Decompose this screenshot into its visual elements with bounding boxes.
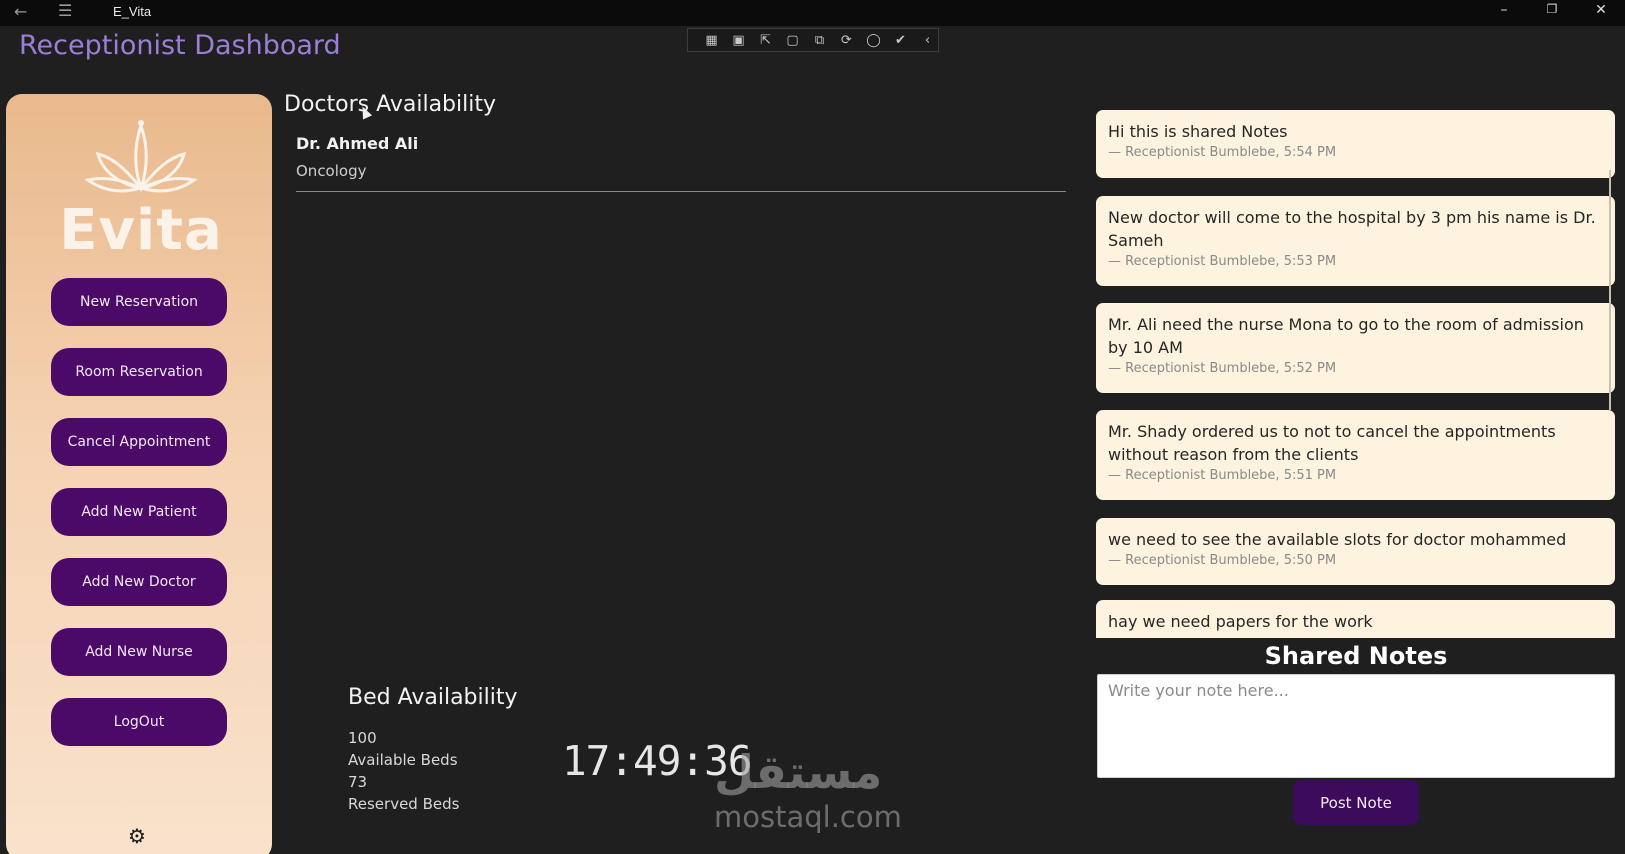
title-bar: ← ☰ E_Vita – ❐ ✕ (0, 0, 1625, 26)
logout-button[interactable]: LogOut (51, 698, 227, 746)
evita-logo: Evita (56, 118, 226, 263)
watermark-arabic: مستقل (714, 745, 883, 799)
note-meta: — Receptionist Bumblebe, 5:51 PM (1108, 468, 1337, 483)
note-card: hay we need papers for the work (1096, 600, 1615, 638)
watermark-latin: mostaql.com (714, 800, 902, 834)
available-beds-count: 100 (348, 729, 377, 747)
reserved-beds-count: 73 (348, 773, 368, 791)
new-reservation-button[interactable]: New Reservation (51, 278, 227, 326)
bed-availability-title: Bed Availability (348, 685, 518, 710)
note-input[interactable] (1097, 674, 1615, 778)
cancel-appointment-button[interactable]: Cancel Appointment (51, 418, 227, 466)
note-text: Hi this is shared Notes (1108, 122, 1288, 141)
note-meta: — Receptionist Bumblebe, 5:52 PM (1108, 361, 1337, 376)
note-card: New doctor will come to the hospital by … (1096, 196, 1615, 286)
note-text: Mr. Shady ordered us to not to cancel th… (1108, 422, 1556, 464)
doctor-name[interactable]: Dr. Ahmed Ali (296, 134, 418, 153)
note-card: Mr. Ali need the nurse Mona to go to the… (1096, 303, 1615, 393)
accessibility-icon[interactable]: ◯ (864, 32, 883, 49)
logo-text: Evita (59, 198, 223, 263)
track-focus-icon[interactable]: ⧉ (810, 32, 829, 49)
settings-gear-icon[interactable]: ⚙ (128, 824, 146, 848)
doctor-specialty: Oncology (296, 162, 367, 180)
page-title: Receptionist Dashboard (19, 30, 341, 61)
note-text: New doctor will come to the hospital by … (1108, 208, 1596, 250)
lotus-icon (84, 120, 198, 193)
layout-adorner-icon[interactable]: ▢ (783, 32, 802, 49)
note-text: Mr. Ali need the nurse Mona to go to the… (1108, 315, 1584, 357)
maximize-button[interactable]: ❐ (1542, 2, 1562, 16)
note-text: we need to see the available slots for d… (1108, 530, 1567, 549)
note-card: we need to see the available slots for d… (1096, 518, 1615, 585)
post-note-button[interactable]: Post Note (1293, 780, 1419, 825)
note-meta: — Receptionist Bumblebe, 5:50 PM (1108, 553, 1337, 568)
sidebar: Evita New Reservation Room Reservation C… (6, 94, 272, 854)
minimize-button[interactable]: – (1494, 2, 1514, 18)
debug-toolbar: ▦ ▣ ⇱ ▢ ⧉ ⟳ ◯ ✔ ‹ (687, 28, 939, 52)
room-reservation-button[interactable]: Room Reservation (51, 348, 227, 396)
hamburger-menu-icon[interactable]: ☰ (58, 1, 72, 20)
add-new-doctor-button[interactable]: Add New Doctor (51, 558, 227, 606)
collapse-chevron-icon[interactable]: ‹ (918, 32, 937, 49)
note-meta: — Receptionist Bumblebe, 5:54 PM (1108, 145, 1337, 160)
live-tree-icon[interactable]: ▦ (702, 32, 721, 49)
back-arrow-icon[interactable]: ← (14, 2, 27, 21)
note-card: Hi this is shared Notes — Receptionist B… (1096, 110, 1615, 178)
check-icon[interactable]: ✔ (891, 32, 910, 49)
shared-notes-title: Shared Notes (1264, 642, 1448, 670)
reserved-beds-label: Reserved Beds (348, 795, 460, 813)
window-title: E_Vita (113, 4, 152, 19)
doctor-divider (296, 191, 1066, 192)
note-card: Mr. Shady ordered us to not to cancel th… (1096, 410, 1615, 500)
hot-reload-icon[interactable]: ⟳ (837, 32, 856, 49)
doctors-availability-title: Doctors Availability (284, 92, 496, 117)
note-text: hay we need papers for the work (1108, 612, 1373, 631)
add-new-nurse-button[interactable]: Add New Nurse (51, 628, 227, 676)
camera-icon[interactable]: ▣ (729, 32, 748, 49)
notes-list[interactable]: Hi this is shared Notes — Receptionist B… (1096, 110, 1616, 638)
available-beds-label: Available Beds (348, 751, 458, 769)
add-new-patient-button[interactable]: Add New Patient (51, 488, 227, 536)
close-button[interactable]: ✕ (1591, 2, 1611, 18)
select-element-icon[interactable]: ⇱ (756, 32, 775, 49)
notes-scrollbar[interactable] (1609, 170, 1611, 410)
note-meta: — Receptionist Bumblebe, 5:53 PM (1108, 254, 1337, 269)
